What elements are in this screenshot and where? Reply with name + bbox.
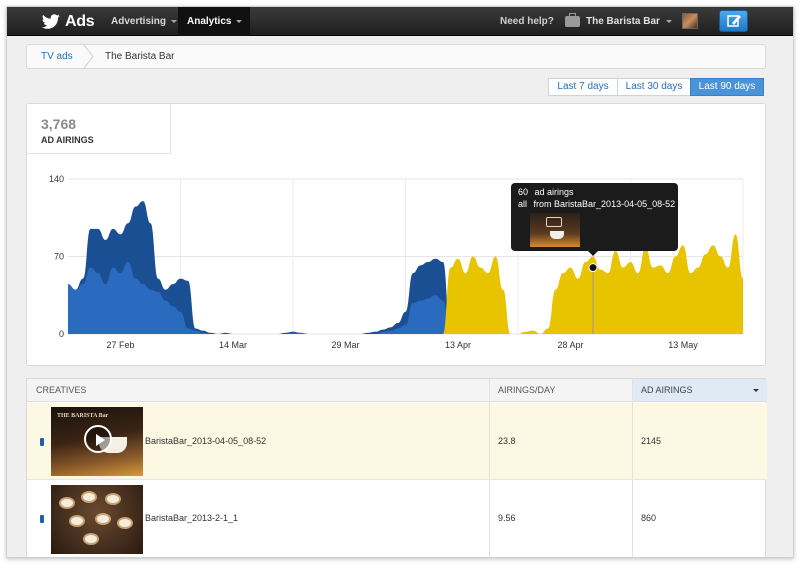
help-link[interactable]: Need help?: [500, 7, 554, 36]
creatives-table: CREATIVES AIRINGS/DAY AD AIRINGS THE BAR…: [26, 378, 767, 557]
app-window: Ads Advertising Analytics Need help? The…: [6, 6, 794, 558]
analytics-panel: 3,768 AD AIRINGS 140 70 0 27 Feb 14 Mar 29 M…: [26, 103, 766, 366]
account-name: The Barista Bar: [586, 16, 660, 27]
top-nav-bar: Ads Advertising Analytics Need help? The…: [7, 7, 793, 36]
airings-per-day: 23.8: [498, 436, 516, 446]
column-header-ad-airings[interactable]: AD AIRINGS: [632, 379, 767, 402]
nav-divider: [246, 7, 247, 36]
tooltip-count-label: ad airings: [534, 186, 574, 197]
nav-advertising[interactable]: Advertising: [103, 7, 185, 36]
airings-per-day: 9.56: [498, 513, 516, 523]
range-last-7-days[interactable]: Last 7 days: [548, 78, 618, 96]
x-tick-label: 29 Mar: [331, 340, 359, 350]
column-header-creatives[interactable]: CREATIVES: [27, 379, 489, 402]
creative-thumbnail[interactable]: [51, 485, 143, 554]
ad-airings: 2145: [641, 436, 662, 446]
column-divider: [489, 379, 490, 557]
avatar[interactable]: [682, 13, 698, 29]
chevron-down-icon: [236, 19, 243, 23]
column-divider: [632, 379, 633, 557]
compose-icon: [727, 15, 741, 27]
range-last-30-days[interactable]: Last 30 days: [617, 78, 691, 96]
hover-point[interactable]: [588, 263, 598, 273]
x-tick-label: 27 Feb: [106, 340, 134, 350]
creative-name[interactable]: BaristaBar_2013-2-1_1: [145, 513, 238, 523]
breadcrumb-current: The Barista Bar: [105, 51, 175, 62]
y-tick-label: 0: [59, 329, 64, 339]
thumbnail-logo-text: THE BARISTA Bar: [57, 413, 109, 419]
y-tick-label: 140: [49, 174, 64, 184]
x-tick-label: 28 Apr: [557, 340, 583, 350]
column-header-airings-per-day[interactable]: AIRINGS/DAY: [489, 379, 632, 402]
series-color-marker: [40, 438, 44, 446]
x-tick-label: 14 Mar: [219, 340, 247, 350]
table-row[interactable]: THE BARISTA Bar BaristaBar_2013-04-05_08…: [27, 403, 767, 480]
tooltip-thumbnail: [530, 212, 580, 247]
series-color-marker: [40, 515, 44, 523]
creative-name[interactable]: BaristaBar_2013-04-05_08-52: [145, 436, 266, 446]
breadcrumb-separator-icon: [83, 45, 94, 68]
account-menu[interactable]: The Barista Bar: [565, 7, 672, 36]
creative-thumbnail[interactable]: THE BARISTA Bar: [51, 407, 143, 476]
breadcrumb: TV ads The Barista Bar: [26, 44, 766, 69]
table-row[interactable]: BaristaBar_2013-2-1_1 9.56 860: [27, 481, 767, 557]
chevron-down-icon: [171, 19, 178, 23]
nav-analytics[interactable]: Analytics: [179, 7, 251, 36]
sort-down-icon: [753, 389, 759, 392]
tooltip-count: 60: [518, 186, 529, 197]
twitter-ads-logo[interactable]: Ads: [41, 11, 95, 32]
range-last-90-days[interactable]: Last 90 days: [690, 78, 764, 96]
twitter-bird-icon: [41, 13, 60, 29]
brand-label: Ads: [65, 12, 95, 30]
tooltip-scope: all: [518, 198, 528, 209]
x-tick-label: 13 Apr: [445, 340, 471, 350]
x-tick-label: 13 May: [668, 340, 698, 350]
compose-button[interactable]: [719, 10, 748, 32]
breadcrumb-tv-ads[interactable]: TV ads: [41, 45, 73, 68]
y-tick-label: 70: [54, 252, 64, 262]
tooltip-source: from BaristaBar_2013-04-05_08-52: [533, 198, 676, 209]
chevron-down-icon: [665, 20, 672, 23]
play-icon[interactable]: [84, 425, 112, 453]
chart-tooltip: 60 ad airings all from BaristaBar_2013-0…: [511, 182, 678, 256]
ad-airings: 860: [641, 513, 657, 523]
briefcase-icon: [565, 13, 580, 27]
